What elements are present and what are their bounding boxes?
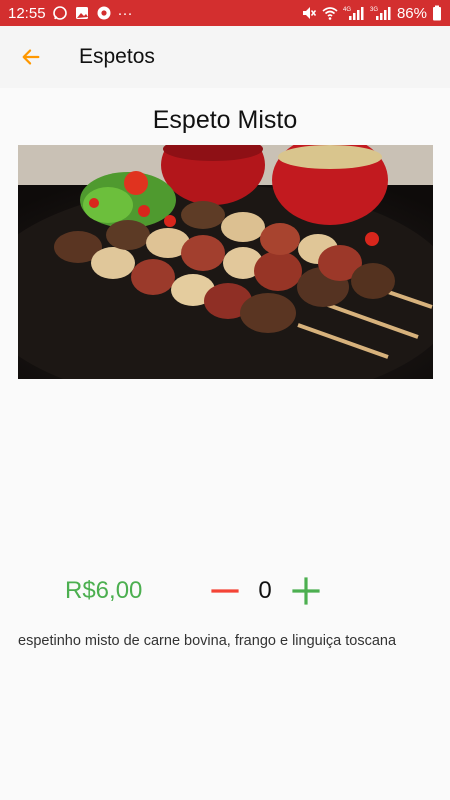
minus-icon (211, 589, 239, 593)
status-left: 12:55 ··· (8, 5, 133, 22)
network-label-4g: 4G (343, 7, 351, 13)
product-description: espetinho misto de carne bovina, frango … (18, 633, 397, 649)
chrome-icon (96, 5, 112, 21)
plus-icon (292, 577, 320, 605)
battery-icon (432, 5, 442, 21)
battery-percent: 86% (396, 4, 427, 22)
status-time: 12:55 (8, 4, 46, 22)
product-name: Espeto Misto (152, 106, 298, 134)
product-image (18, 145, 433, 379)
mute-icon (301, 5, 317, 21)
increase-quantity-button[interactable] (290, 575, 322, 607)
decrease-quantity-button[interactable] (209, 575, 241, 607)
network-label-3g: 3G (370, 7, 378, 13)
arrow-back-icon (22, 49, 40, 65)
status-right: 4G 3G 86% (301, 5, 442, 22)
signal-4g-icon: 4G (343, 5, 365, 21)
page-title: Espetos (79, 45, 155, 68)
gallery-icon (74, 5, 90, 21)
wifi-icon (322, 5, 338, 21)
status-overflow: ··· (117, 4, 133, 22)
signal-3g-icon: 3G (370, 5, 392, 21)
back-button[interactable] (0, 26, 62, 88)
status-bar: 12:55 ··· 4G 3G 86% (0, 0, 450, 26)
product-photo-illustration (18, 145, 433, 379)
app-bar: Espetos (0, 26, 450, 88)
quantity-value: 0 (258, 577, 272, 604)
whatsapp-icon (52, 5, 68, 21)
product-price: R$6,00 (65, 577, 143, 604)
